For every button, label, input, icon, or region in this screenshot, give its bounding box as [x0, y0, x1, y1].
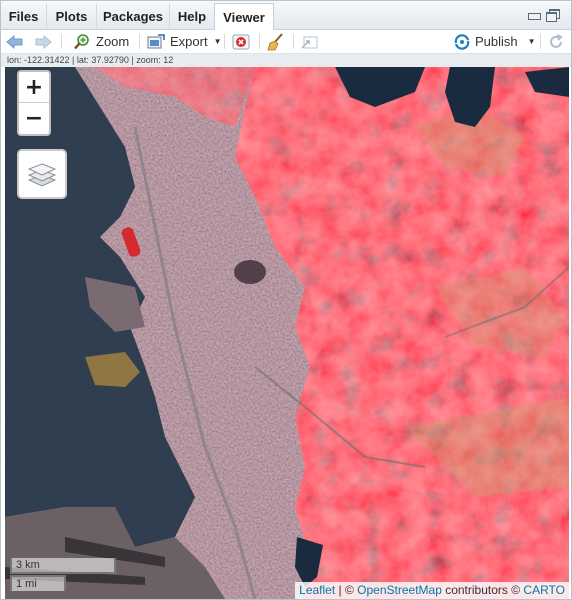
minimize-pane-icon[interactable]	[527, 9, 541, 21]
tab-label: Plots	[55, 9, 88, 24]
export-menu-button[interactable]: Export ▼	[147, 32, 222, 51]
clear-all-button[interactable]	[267, 32, 285, 51]
attribution-contributors: contributors ©	[441, 583, 524, 597]
tab-bar: Files Plots Packages Help Viewer	[1, 1, 571, 31]
zoom-label: Zoom	[96, 34, 130, 49]
tab-plots[interactable]: Plots	[47, 4, 97, 29]
attribution-separator: | ©	[335, 583, 358, 597]
tab-viewer[interactable]: Viewer	[214, 3, 274, 31]
zoom-out-button[interactable]: −	[19, 103, 49, 133]
leaflet-link[interactable]: Leaflet	[299, 583, 335, 597]
forward-button[interactable]	[34, 32, 52, 51]
tab-files[interactable]: Files	[1, 4, 47, 29]
zoom-button[interactable]: Zoom	[73, 32, 129, 51]
maximize-pane-icon[interactable]	[546, 9, 560, 22]
toolbar-separator	[259, 34, 260, 49]
toolbar-separator	[540, 34, 541, 49]
carto-link[interactable]: CARTO	[523, 583, 565, 597]
export-icon	[147, 33, 165, 48]
chevron-down-icon: ▼	[213, 37, 222, 46]
refresh-button[interactable]	[547, 32, 565, 51]
magnifier-zoom-icon	[74, 33, 89, 49]
tab-label: Viewer	[223, 9, 265, 25]
tab-help[interactable]: Help	[170, 4, 215, 29]
openstreetmap-link[interactable]: OpenStreetMap	[357, 583, 442, 597]
publish-button[interactable]: Publish ▼	[453, 32, 536, 51]
toolbar-separator	[139, 34, 140, 49]
show-in-window-icon	[301, 36, 318, 48]
tab-packages[interactable]: Packages	[97, 4, 170, 29]
back-button[interactable]	[6, 32, 24, 51]
popout-button[interactable]	[301, 32, 319, 51]
remove-viewer-button[interactable]	[232, 32, 250, 51]
park	[234, 260, 266, 284]
arrow-left-icon	[6, 34, 23, 49]
chevron-down-icon: ▼	[527, 37, 536, 46]
toolbar-separator	[61, 34, 62, 49]
toolbar-separator	[293, 34, 294, 49]
arrow-right-icon	[35, 34, 52, 49]
scale-label-km: 3 km	[10, 558, 116, 574]
zoom-in-button[interactable]: +	[19, 72, 49, 103]
viewer-pane: Files Plots Packages Help Viewer Zoom Ex…	[0, 0, 572, 600]
map-attribution: Leaflet | © OpenStreetMap contributors ©…	[295, 582, 569, 599]
publish-label: Publish	[475, 34, 518, 49]
scale-bar-metric: 3 km	[10, 558, 116, 574]
tab-label: Packages	[103, 9, 163, 24]
toolbar-separator	[224, 34, 225, 49]
layers-icon	[27, 163, 57, 187]
leaflet-map[interactable]: + − 3 km 1 mi Leaflet | © OpenStreetMap …	[5, 67, 569, 599]
satellite-imagery	[5, 67, 569, 599]
publish-icon	[454, 33, 470, 50]
tab-label: Files	[8, 9, 39, 24]
remove-icon	[232, 34, 250, 49]
zoom-control: + −	[17, 70, 51, 136]
refresh-icon	[550, 33, 563, 48]
scale-label-mi: 1 mi	[10, 575, 66, 591]
viewer-toolbar: Zoom Export ▼ Publish ▼	[1, 30, 571, 54]
scale-bar-imperial: 1 mi	[10, 575, 66, 591]
tab-label: Help	[177, 9, 207, 24]
export-label: Export	[170, 34, 208, 49]
broom-icon	[267, 32, 283, 50]
layers-control-button[interactable]	[17, 149, 67, 199]
coordinate-readout: lon: -122.31422 | lat: 37.92790 | zoom: …	[1, 54, 571, 67]
